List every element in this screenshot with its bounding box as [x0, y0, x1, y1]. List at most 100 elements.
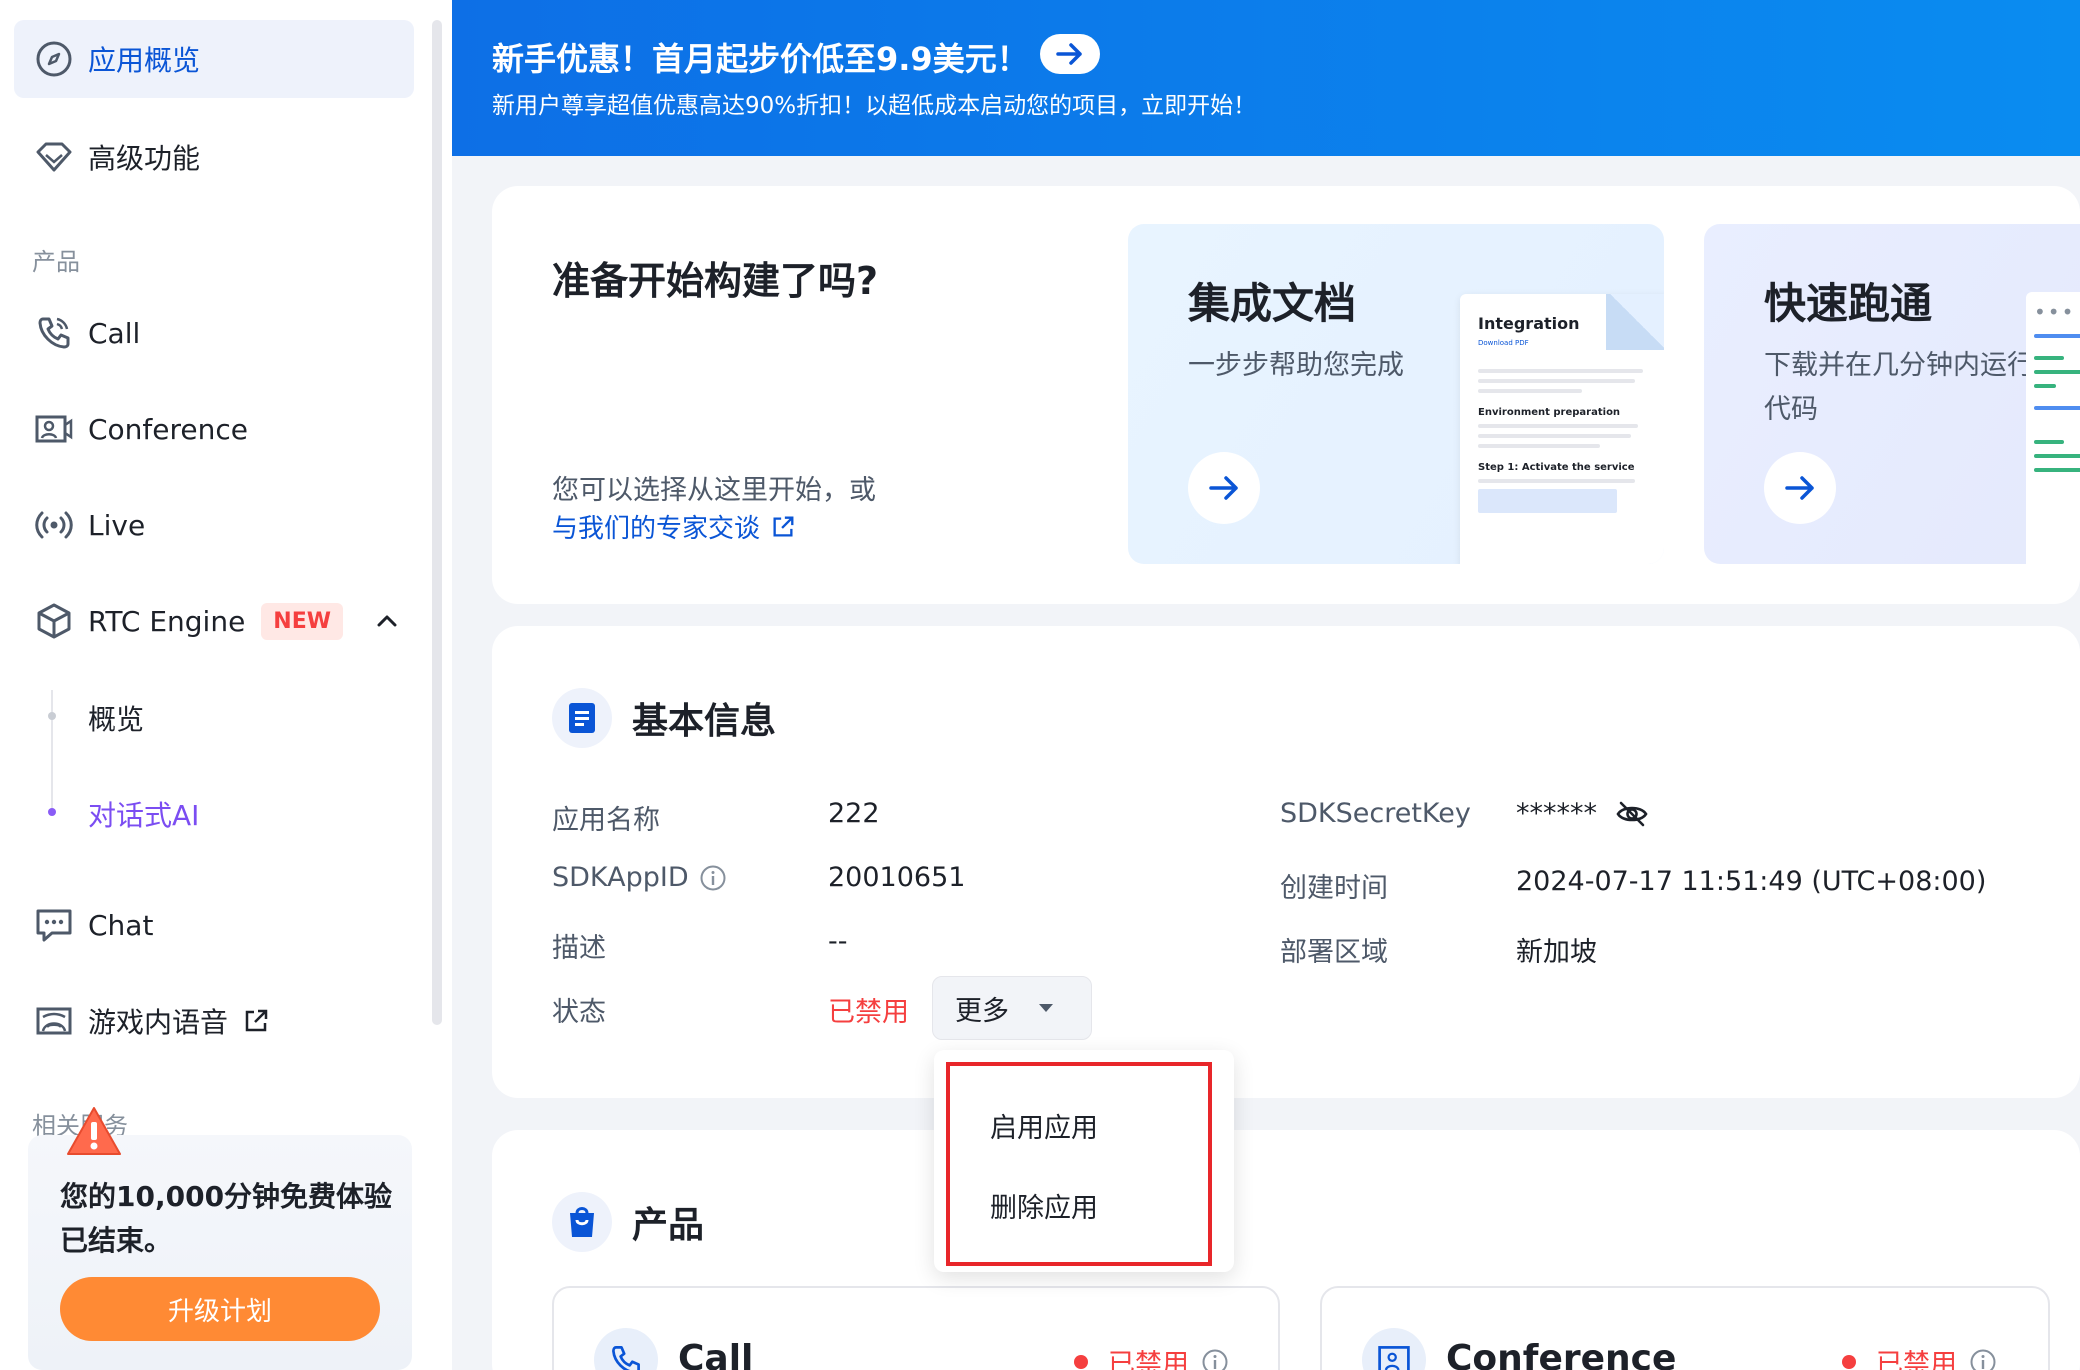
getting-started-title: 准备开始构建了吗?	[552, 259, 879, 303]
code-line	[2034, 356, 2064, 360]
integration-docs-tile[interactable]: 集成文档 一步步帮助您完成 Integration Download PDF E…	[1128, 224, 1664, 564]
quick-tile-title: 快速跑通	[1764, 279, 1933, 328]
submenu-dot-active	[48, 808, 56, 816]
secret-key-masked: ******	[1516, 798, 1597, 829]
doc-line	[1478, 379, 1635, 383]
basic-info-header: 基本信息	[552, 688, 776, 748]
doc-line	[1478, 369, 1644, 373]
sidebar-item-conference[interactable]: Conference	[14, 390, 414, 468]
code-preview-image: •••	[2026, 292, 2080, 564]
sidebar-item-label: 应用概览	[88, 44, 201, 77]
label-sdk-app-id: SDKAppID	[552, 862, 727, 893]
more-actions-label: 更多	[955, 995, 1009, 1027]
value-secret-key: ******	[1516, 798, 1649, 829]
sidebar-item-advanced[interactable]: 高级功能	[14, 118, 414, 196]
info-icon[interactable]	[699, 864, 727, 892]
more-dots-icon: •••	[2034, 300, 2076, 324]
value-region: 新加坡	[1516, 937, 1597, 968]
label-secret-key: SDKSecretKey	[1280, 798, 1471, 829]
doc-fold	[1606, 294, 1664, 350]
products-header: 产品	[552, 1192, 704, 1252]
sidebar-item-chat[interactable]: Chat	[14, 886, 414, 964]
banner-arrow-button[interactable]	[1040, 34, 1100, 74]
shopping-bag-icon	[552, 1192, 612, 1252]
menu-item-enable-app[interactable]: 启用应用	[990, 1106, 1098, 1145]
info-icon[interactable]	[1969, 1348, 1997, 1370]
talk-to-expert-link[interactable]: 与我们的专家交谈	[552, 508, 796, 545]
sidebar-item-label: Call	[88, 316, 141, 350]
products-title: 产品	[632, 1205, 705, 1246]
upgrade-plan-button[interactable]: 升级计划	[60, 1277, 380, 1341]
sidebar-item-game-voice[interactable]: 游戏内语音	[14, 982, 414, 1060]
compass-icon	[34, 39, 74, 79]
product-status: 已禁用	[1074, 1342, 1229, 1370]
basic-info-card: 基本信息 应用名称 222 SDKAppID 20010651 描述 -- 状态…	[492, 626, 2080, 1098]
doc-preview-image: Integration Download PDF Environment pre…	[1460, 294, 1664, 564]
broadcast-icon	[34, 505, 74, 545]
submenu-guide-line	[51, 690, 53, 810]
sidebar-item-label: 游戏内语音	[88, 1006, 229, 1039]
quick-tile-subtitle: 下载并在几分钟内运行代码	[1764, 350, 2034, 425]
sidebar-item-rtc-engine[interactable]: RTC Engine NEW	[14, 582, 414, 660]
diamond-icon	[34, 137, 74, 177]
sidebar: 应用概览 高级功能 产品 Call Conference Live RTC En…	[0, 0, 452, 1370]
status-dot	[1074, 1354, 1088, 1369]
getting-started-card: 准备开始构建了吗? 您可以选择从这里开始，或 与我们的专家交谈 集成文档 一步步…	[492, 186, 2080, 604]
info-icon[interactable]	[1201, 1348, 1229, 1370]
code-line	[2034, 384, 2057, 388]
label-app-name: 应用名称	[552, 805, 660, 836]
warning-icon	[67, 1107, 121, 1155]
dropdown-highlight-box	[946, 1062, 1212, 1266]
code-line	[2034, 468, 2080, 472]
submenu-dot	[48, 712, 56, 720]
sidebar-item-call[interactable]: Call	[14, 294, 414, 372]
quick-tile-arrow-button[interactable]	[1764, 452, 1836, 524]
code-line	[2034, 370, 2080, 374]
sidebar-item-label: Live	[88, 508, 146, 542]
arrow-right-icon	[1785, 476, 1814, 500]
talk-to-expert-label: 与我们的专家交谈	[552, 514, 761, 544]
product-status: 已禁用	[1842, 1342, 1997, 1370]
value-created-at: 2024-07-17 11:51:49 (UTC+08:00)	[1516, 866, 1987, 897]
arrow-right-icon	[1209, 476, 1238, 500]
section-label-products: 产品	[32, 248, 80, 276]
caret-down-icon	[1039, 1004, 1053, 1012]
sidebar-item-label: Conference	[88, 412, 249, 446]
product-name: Conference	[1446, 1338, 1677, 1370]
gamepad-icon	[34, 1001, 74, 1041]
code-line	[2034, 406, 2080, 410]
product-status-text: 已禁用	[1876, 1349, 1957, 1370]
external-link-icon	[773, 516, 794, 537]
value-status: 已禁用	[828, 997, 909, 1028]
external-link-icon	[245, 1009, 268, 1032]
doc-line	[1478, 444, 1600, 448]
more-actions-button[interactable]: 更多	[932, 976, 1092, 1040]
sidebar-item-app-overview[interactable]: 应用概览	[14, 20, 414, 98]
products-card: 产品 Call 已禁用 Conference 已禁用	[492, 1130, 2080, 1370]
label-region: 部署区域	[1280, 937, 1388, 968]
docs-tile-arrow-button[interactable]	[1188, 452, 1260, 524]
label-sdk-app-id-text: SDKAppID	[552, 862, 689, 893]
product-name: Call	[678, 1338, 754, 1370]
trial-expired-card: 您的10,000分钟免费体验已结束。 升级计划	[28, 1135, 412, 1370]
doc-line	[1478, 434, 1632, 438]
sidebar-scrollbar[interactable]	[432, 20, 442, 1025]
quick-start-tile[interactable]: 快速跑通 下载并在几分钟内运行代码 •••	[1704, 224, 2080, 564]
chevron-up-icon[interactable]	[370, 604, 404, 638]
promo-banner[interactable]: 新手优惠！首月起步价低至9.9美元！ 新用户尊享超值优惠高达90%折扣！以超低成…	[452, 0, 2080, 156]
product-card-call[interactable]: Call 已禁用	[552, 1286, 1280, 1370]
doc-line	[1478, 479, 1635, 483]
new-badge: NEW	[261, 602, 344, 640]
sidebar-item-live[interactable]: Live	[14, 486, 414, 564]
sidebar-subitem-conversational-ai[interactable]: 对话式AI	[88, 794, 199, 834]
code-line	[2034, 334, 2080, 338]
label-created-at: 创建时间	[1280, 873, 1388, 904]
label-description: 描述	[552, 933, 606, 964]
sidebar-subitem-overview[interactable]: 概览	[88, 698, 144, 738]
code-line	[2034, 440, 2064, 444]
menu-item-delete-app[interactable]: 删除应用	[990, 1186, 1098, 1225]
docs-tile-title: 集成文档	[1188, 279, 1357, 328]
product-card-conference[interactable]: Conference 已禁用	[1320, 1286, 2050, 1370]
phone-icon	[594, 1328, 658, 1370]
eye-off-icon[interactable]	[1615, 799, 1649, 829]
